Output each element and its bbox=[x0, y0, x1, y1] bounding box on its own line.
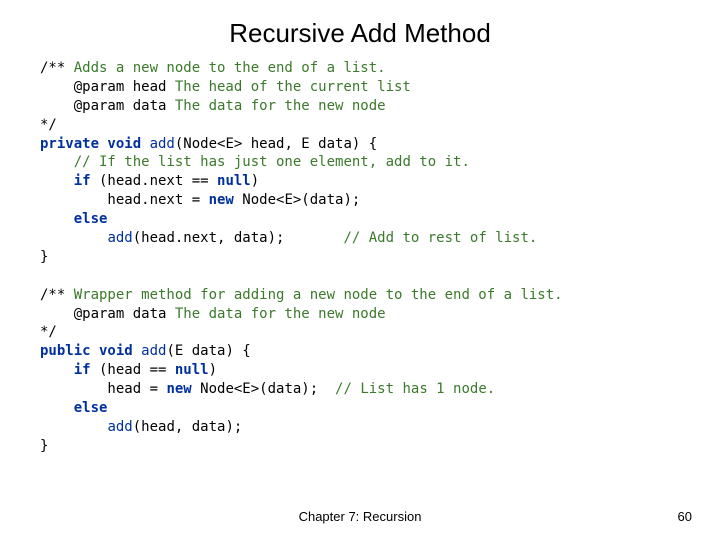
code-text: (E data) { bbox=[166, 343, 250, 359]
comment-close: */ bbox=[40, 117, 57, 133]
comment-text: Adds a new node to the end of a list. bbox=[74, 60, 386, 76]
code-text: (head, data); bbox=[133, 419, 243, 435]
comment-text: // Add to rest of list. bbox=[343, 230, 537, 246]
code-text: head = bbox=[40, 381, 166, 397]
comment-param-tag: @param data bbox=[40, 98, 175, 114]
method-name: add bbox=[107, 419, 132, 435]
indent bbox=[40, 211, 74, 227]
indent bbox=[40, 173, 74, 189]
keyword: if bbox=[74, 362, 91, 378]
keyword: private void bbox=[40, 136, 150, 152]
keyword: null bbox=[175, 362, 209, 378]
comment-text: The data for the new node bbox=[175, 98, 386, 114]
keyword: if bbox=[74, 173, 91, 189]
comment-open: /** bbox=[40, 287, 74, 303]
code-text: Node<E>(data); bbox=[192, 381, 335, 397]
code-text: (head.next == bbox=[91, 173, 217, 189]
indent bbox=[40, 362, 74, 378]
comment-open: /** bbox=[40, 60, 74, 76]
indent bbox=[40, 230, 107, 246]
slide: Recursive Add Method /** Adds a new node… bbox=[0, 0, 720, 540]
keyword: null bbox=[217, 173, 251, 189]
code-text: (Node<E> head, E data) { bbox=[175, 136, 377, 152]
indent bbox=[40, 400, 74, 416]
comment-text: The head of the current list bbox=[175, 79, 411, 95]
comment-close: */ bbox=[40, 324, 57, 340]
comment-param-tag: @param data bbox=[40, 306, 175, 322]
code-text: ) bbox=[209, 362, 217, 378]
method-name: add bbox=[150, 136, 175, 152]
code-text: ) bbox=[251, 173, 259, 189]
comment-text: // List has 1 node. bbox=[335, 381, 495, 397]
keyword: new bbox=[166, 381, 191, 397]
code-text: } bbox=[40, 249, 48, 265]
comment-text: The data for the new node bbox=[175, 306, 386, 322]
keyword: public void bbox=[40, 343, 141, 359]
comment-text: Wrapper method for adding a new node to … bbox=[74, 287, 563, 303]
comment-text: // If the list has just one element, add… bbox=[74, 154, 470, 170]
code-text: head.next = bbox=[40, 192, 209, 208]
slide-title: Recursive Add Method bbox=[0, 0, 720, 59]
code-text: (head.next, data); bbox=[133, 230, 344, 246]
code-text: Node<E>(data); bbox=[234, 192, 360, 208]
indent bbox=[40, 154, 74, 170]
keyword: new bbox=[209, 192, 234, 208]
code-text: } bbox=[40, 438, 48, 454]
code-text: (head == bbox=[91, 362, 175, 378]
keyword: else bbox=[74, 211, 108, 227]
footer-page-number: 60 bbox=[678, 509, 692, 524]
keyword: else bbox=[74, 400, 108, 416]
method-name: add bbox=[141, 343, 166, 359]
code-block: /** Adds a new node to the end of a list… bbox=[0, 59, 720, 456]
method-name: add bbox=[107, 230, 132, 246]
comment-param-tag: @param head bbox=[40, 79, 175, 95]
footer-chapter: Chapter 7: Recursion bbox=[0, 509, 720, 524]
indent bbox=[40, 419, 107, 435]
